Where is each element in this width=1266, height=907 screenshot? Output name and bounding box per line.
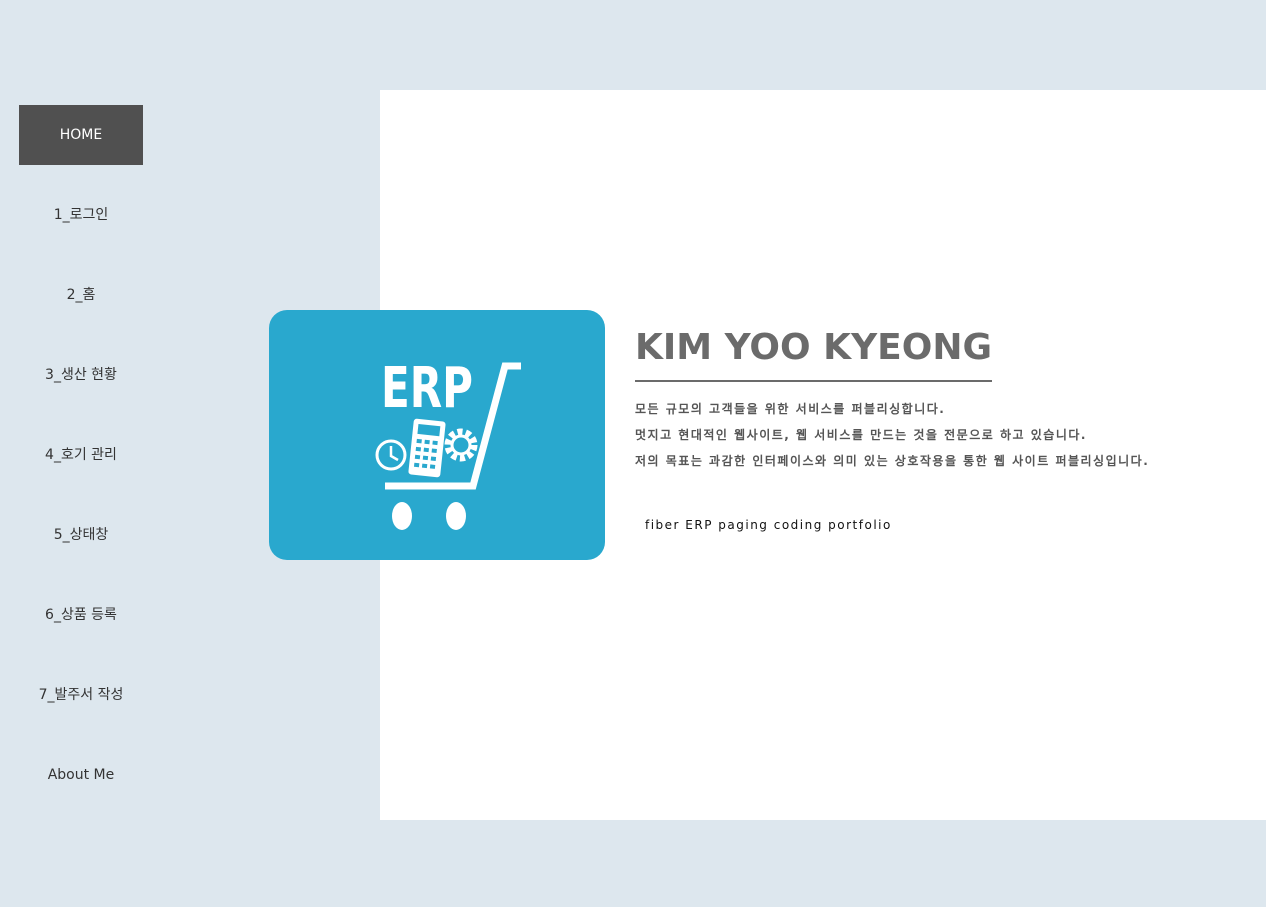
author-name-heading: KIM YOO KYEONG (635, 322, 993, 382)
nav-item-purchase-order[interactable]: 7_발주서 작성 (19, 665, 143, 725)
intro-line: 멋지고 현대적인 웹사이트, 웹 서비스를 만드는 것을 전문으로 하고 있습니… (635, 428, 1087, 442)
nav-item-login[interactable]: 1_로그인 (19, 185, 143, 245)
nav-item-about-me[interactable]: About Me (19, 745, 143, 805)
nav-item-machine-management[interactable]: 4_호기 관리 (19, 425, 143, 485)
nav-item-production-status[interactable]: 3_생산 현황 (19, 345, 143, 405)
clock-icon (375, 439, 407, 471)
nav-item-status-window[interactable]: 5_상태창 (19, 505, 143, 565)
intro-line: 모든 규모의 고객들을 위한 서비스를 퍼블리싱합니다. (635, 402, 946, 416)
sidebar-nav: HOME 1_로그인 2_홈 3_생산 현황 4_호기 관리 5_상태창 6_상… (19, 105, 143, 825)
intro-description: 모든 규모의 고객들을 위한 서비스를 퍼블리싱합니다. 멋지고 현대적인 웹사… (635, 396, 1245, 474)
gear-icon (444, 428, 478, 462)
intro-line: 저의 목표는 과감한 인터페이스와 의미 있는 상호작용을 통한 웹 사이트 퍼… (635, 454, 1150, 468)
nav-item-home-page[interactable]: 2_홈 (19, 265, 143, 325)
intro-section: KIM YOO KYEONG 모든 규모의 고객들을 위한 서비스를 퍼블리싱합… (635, 322, 1245, 532)
calculator-icon (408, 418, 446, 478)
cart-wheel-left (392, 502, 412, 530)
nav-item-home[interactable]: HOME (19, 105, 143, 165)
portfolio-tagline: fiber ERP paging coding portfolio (645, 518, 892, 532)
erp-logo-card: ERP (269, 310, 605, 560)
cart-wheel-right (446, 502, 466, 530)
erp-logo-text: ERP (381, 356, 473, 421)
erp-cart-icon: ERP (375, 356, 521, 530)
nav-item-product-registration[interactable]: 6_상품 등록 (19, 585, 143, 645)
